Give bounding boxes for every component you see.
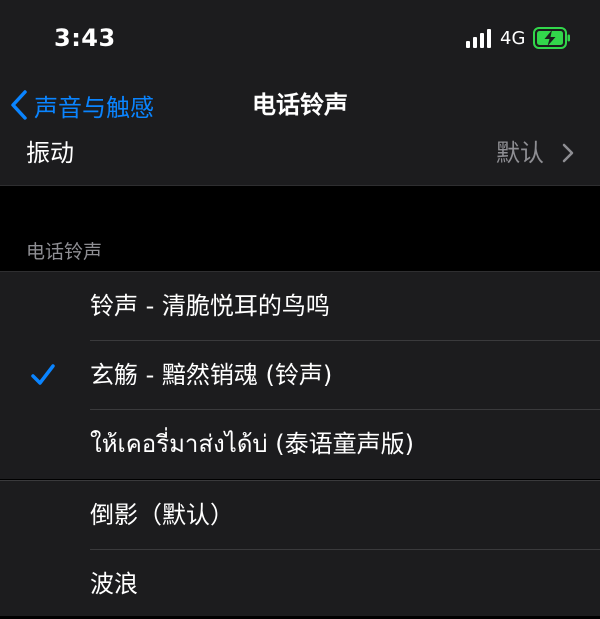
tone-label: 波浪 [90,570,138,598]
back-button[interactable]: 声音与触感 [10,70,154,140]
tone-item[interactable]: 倒影（默认） [0,481,600,550]
cellular-signal-icon [466,28,492,48]
ringtone-list: 铃声 - 清脆悦耳的鸟鸣 玄觞 - 黯然销魂 (铃声) ให้เคอรี่มาส… [0,271,600,479]
ringtone-label: 玄觞 - 黯然销魂 (铃声) [90,361,333,389]
vibration-value: 默认 [496,139,544,167]
status-bar: 3:43 4G [0,0,600,70]
status-time: 3:43 [54,24,116,52]
tone-list: 倒影（默认） 波浪 [0,480,600,616]
ringtone-label: ให้เคอรี่มาส่งได้บ่ (泰语童声版) [90,430,415,458]
network-type: 4G [500,28,526,49]
battery-charging-icon [533,27,570,49]
vibration-label: 振动 [26,139,74,167]
navigation-bar: 电话铃声 声音与触感 [0,70,600,141]
back-button-label: 声音与触感 [34,93,154,122]
ringtone-label: 铃声 - 清脆悦耳的鸟鸣 [90,292,330,320]
section-header-ringtones: 电话铃声 [26,241,103,263]
tone-label: 倒影（默认） [90,501,234,529]
ringtone-item-selected[interactable]: 玄觞 - 黯然销魂 (铃声) [0,341,600,410]
tone-item[interactable]: 波浪 [0,550,600,619]
ringtone-item[interactable]: 铃声 - 清脆悦耳的鸟鸣 [0,272,600,341]
ringtone-item[interactable]: ให้เคอรี่มาส่งได้บ่ (泰语童声版) [0,410,600,479]
chevron-left-icon [11,90,27,120]
vibration-row[interactable]: 振动 默认 [0,140,600,186]
chevron-right-icon [562,143,574,163]
checkmark-icon [31,364,55,385]
